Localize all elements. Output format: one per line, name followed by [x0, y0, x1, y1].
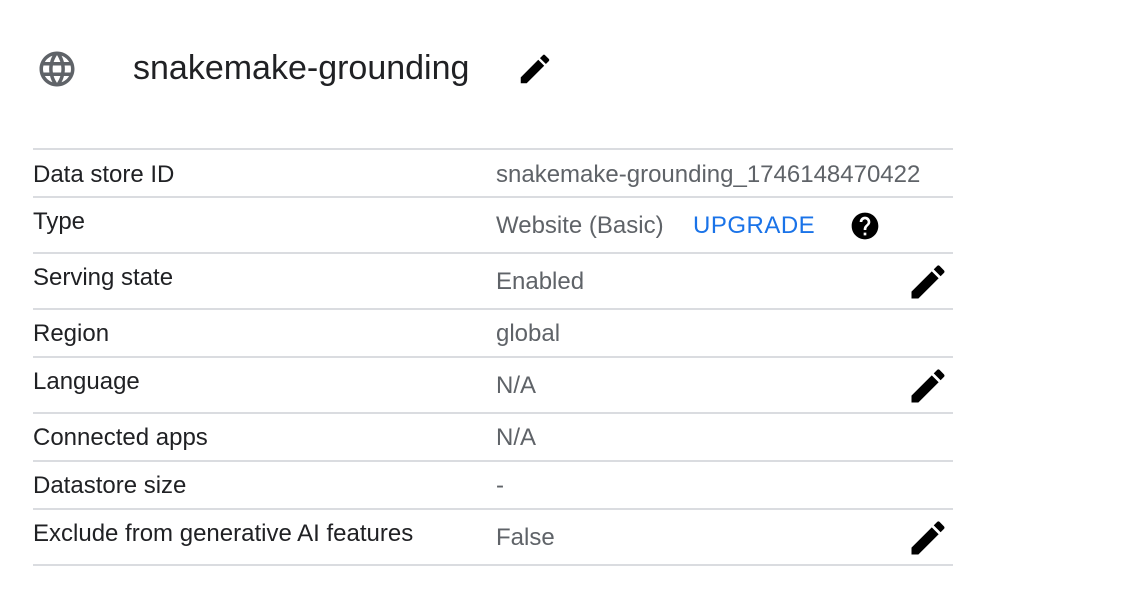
- row-value: N/A: [496, 372, 537, 399]
- details-row-region: Region global: [33, 310, 953, 358]
- edit-exclude-generative-ai-pencil-icon[interactable]: [906, 516, 950, 560]
- details-row-data-store-id: Data store ID snakemake-grounding_174614…: [33, 150, 953, 198]
- edit-title-pencil-icon[interactable]: [516, 50, 554, 88]
- row-label: Language: [33, 368, 140, 395]
- details-row-exclude-generative-ai: Exclude from generative AI features Fals…: [33, 510, 953, 566]
- row-value: Enabled: [496, 268, 585, 295]
- row-value: False: [496, 524, 555, 551]
- row-label: Connected apps: [33, 424, 208, 451]
- row-value: snakemake-grounding_1746148470422: [496, 161, 921, 188]
- globe-icon: [39, 51, 75, 87]
- details-row-language: Language N/A: [33, 358, 953, 414]
- row-label: Region: [33, 320, 110, 347]
- row-label: Data store ID: [33, 161, 175, 188]
- row-label: Serving state: [33, 264, 174, 291]
- details-row-datastore-size: Datastore size -: [33, 462, 953, 510]
- details-row-serving-state: Serving state Enabled: [33, 254, 953, 310]
- row-value: global: [496, 320, 561, 347]
- details-table: Data store ID snakemake-grounding_174614…: [33, 148, 953, 566]
- edit-language-pencil-icon[interactable]: [906, 364, 950, 408]
- row-label: Type: [33, 208, 86, 235]
- edit-serving-state-pencil-icon[interactable]: [906, 260, 950, 304]
- page-header: snakemake-grounding: [36, 44, 736, 92]
- page-title: snakemake-grounding: [133, 49, 470, 87]
- row-label: Exclude from generative AI features: [33, 520, 414, 547]
- help-circle-icon[interactable]: [849, 210, 881, 242]
- row-label: Datastore size: [33, 472, 187, 499]
- row-value: N/A: [496, 424, 537, 451]
- row-value: Website (Basic): [496, 212, 664, 239]
- row-value: -: [496, 472, 504, 499]
- details-row-type: Type Website (Basic) UPGRADE: [33, 198, 953, 254]
- details-row-connected-apps: Connected apps N/A: [33, 414, 953, 462]
- upgrade-button[interactable]: UPGRADE: [693, 212, 815, 240]
